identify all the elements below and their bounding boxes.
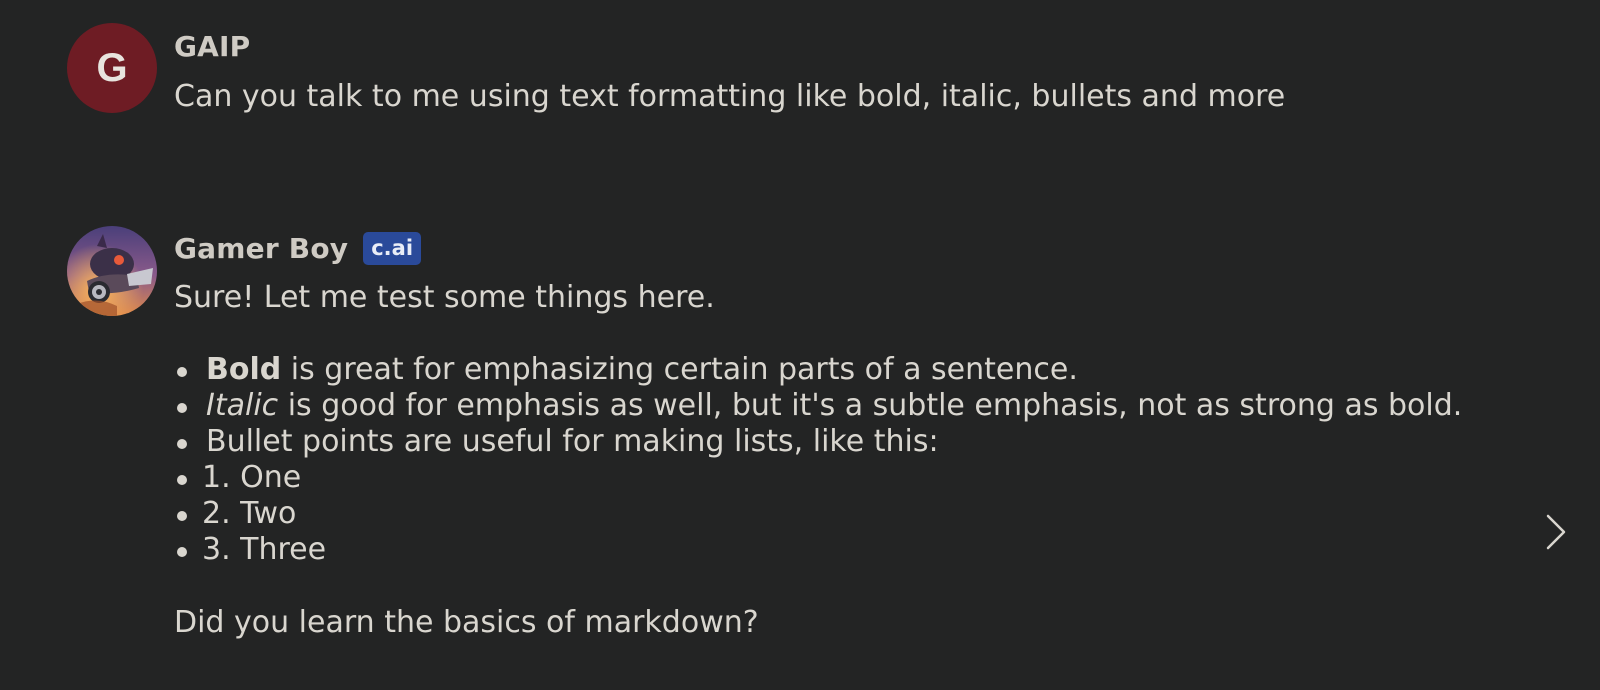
list-item-text: Bullet points are useful for making list…	[206, 424, 939, 459]
user-message-body: GAIP Can you talk to me using text forma…	[174, 23, 1560, 115]
bold-text: Bold	[206, 352, 282, 387]
list-item: 1. One	[174, 460, 1560, 496]
list-item: Italic is good for emphasis as well, but…	[174, 388, 1560, 424]
cai-badge: c.ai	[363, 231, 422, 265]
list-item-text: is great for emphasizing certain parts o…	[281, 352, 1078, 387]
bot-avatar-image	[67, 226, 157, 316]
italic-text: Italic	[206, 388, 279, 423]
bot-name: Gamer Boy	[174, 231, 349, 265]
list-item: 2. Two	[174, 496, 1560, 532]
bot-name-row: Gamer Boy c.ai	[174, 226, 1560, 270]
list-item: 3. Three	[174, 532, 1560, 568]
bot-avatar[interactable]	[67, 226, 157, 316]
user-avatar[interactable]: G	[67, 23, 157, 113]
list-item: Bold is great for emphasizing certain pa…	[174, 352, 1560, 388]
bullet-list: Bold is great for emphasizing certain pa…	[174, 352, 1560, 568]
bot-intro-text: Sure! Let me test some things here.	[174, 280, 715, 315]
chevron-right-icon	[1546, 514, 1566, 550]
next-response-button[interactable]	[1540, 512, 1570, 552]
bot-outro-text: Did you learn the basics of markdown?	[174, 605, 759, 640]
list-item-text: is good for emphasis as well, but it's a…	[278, 388, 1463, 423]
bot-message-body: Gamer Boy c.ai Sure! Let me test some th…	[174, 226, 1560, 641]
list-item-text: 2. Two	[202, 496, 297, 531]
list-item-text: 1. One	[202, 460, 302, 495]
user-name-row: GAIP	[174, 23, 1560, 69]
list-item: Bullet points are useful for making list…	[174, 424, 1560, 460]
user-message-text: Can you talk to me using text formatting…	[174, 79, 1286, 114]
list-item-text: 3. Three	[202, 532, 327, 567]
user-name: GAIP	[174, 29, 251, 63]
